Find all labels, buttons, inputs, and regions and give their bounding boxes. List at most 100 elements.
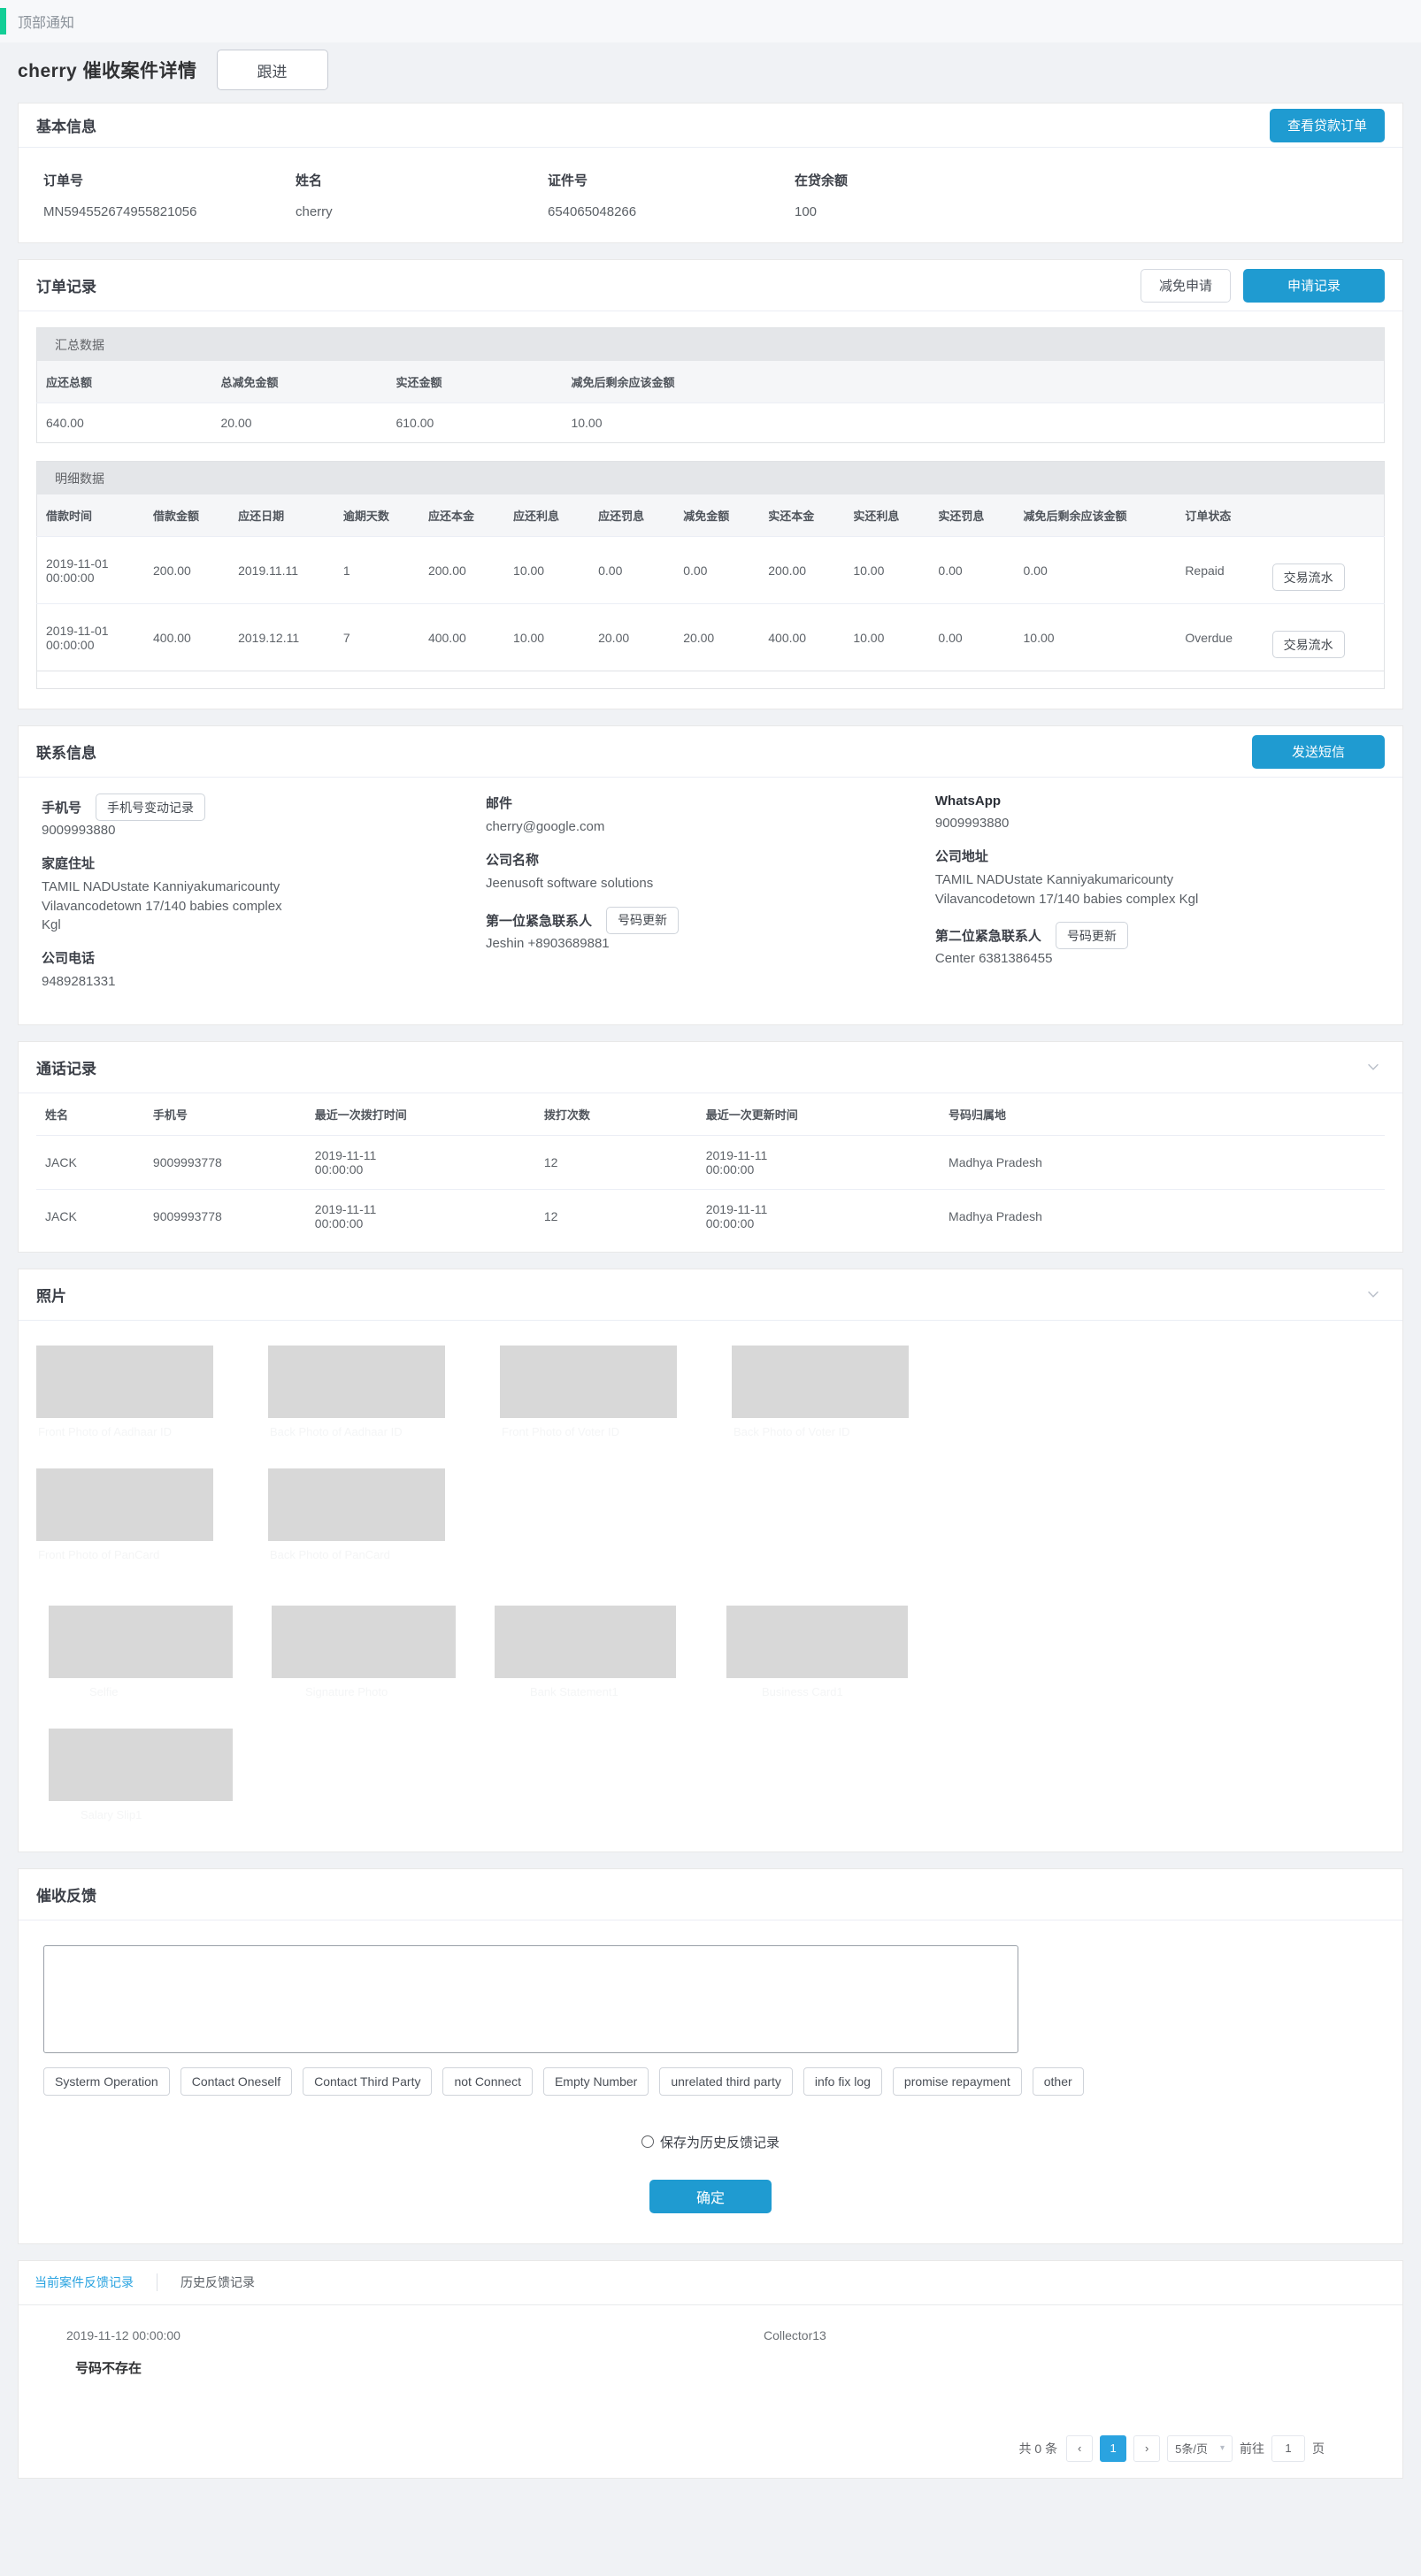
photo-item[interactable]: Signature Photo — [266, 1605, 488, 1698]
field-label: 公司地址 — [934, 848, 988, 864]
pagination-next-button[interactable]: › — [1133, 2434, 1161, 2462]
pagination-page-size-select[interactable]: 5条/页 ▾ — [1167, 2434, 1233, 2462]
photo-item[interactable]: Front Photo of Aadhaar ID — [36, 1345, 257, 1438]
column-header: 实还罚息 — [929, 494, 1015, 537]
photo-thumbnail[interactable] — [726, 1605, 908, 1678]
tag-empty-number[interactable]: Empty Number — [542, 2066, 649, 2096]
tag-other[interactable]: other — [1032, 2066, 1084, 2096]
cell-last-update-time: 2019-11-11 00:00:00 — [705, 1201, 768, 1230]
field-emergency-contact-2: 第二位紧急联系人 号码更新 Center 6381386455 — [935, 922, 1372, 969]
photo-item[interactable]: Front Photo of PanCard — [36, 1468, 257, 1561]
photo-item[interactable]: Back Photo of Aadhaar ID — [268, 1345, 489, 1438]
tag-systerm-operation[interactable]: Systerm Operation — [43, 2066, 170, 2096]
save-as-history-row[interactable]: 保存为历史反馈记录 — [36, 2133, 1385, 2151]
photo-caption: Bank Statement1 — [530, 1684, 618, 1698]
reduction-apply-button[interactable]: 减免申请 — [1140, 268, 1231, 303]
radio-unchecked-icon[interactable] — [641, 2135, 654, 2149]
photo-thumbnail[interactable] — [36, 1468, 213, 1541]
photo-item[interactable]: Selfie — [36, 1605, 266, 1698]
send-sms-button[interactable]: 发送短信 — [1252, 734, 1385, 769]
cell-phone-link[interactable]: 9009993778 — [143, 1135, 306, 1190]
tab-current-case-feedback[interactable]: 当前案件反馈记录 — [35, 2273, 157, 2291]
column-header: 逾期天数 — [334, 494, 419, 537]
field-company-name: 公司名称 Jeenusoft software solutions — [486, 850, 923, 893]
field-home-address: 家庭住址 TAMIL NADUstate Kanniyakumaricounty… — [42, 854, 473, 935]
pagination-page-1[interactable]: 1 — [1100, 2434, 1127, 2462]
photo-item[interactable]: Bank Statement1 — [488, 1605, 709, 1698]
photo-thumbnail[interactable] — [268, 1345, 445, 1418]
column-header: 应还本金 — [419, 494, 505, 537]
tag-not-connect[interactable]: not Connect — [442, 2066, 533, 2096]
field-label: 证件号 — [548, 173, 588, 188]
page-title: cherry 催收案件详情 — [18, 61, 197, 81]
photo-item[interactable]: Back Photo of Voter ID — [732, 1345, 953, 1438]
column-header: 借款时间 — [36, 494, 145, 537]
cell-total-due: 640.00 — [46, 416, 84, 430]
photo-thumbnail[interactable] — [495, 1605, 676, 1678]
field-label: 邮件 — [485, 796, 512, 811]
tag-promise-repayment[interactable]: promise repayment — [892, 2066, 1022, 2096]
photo-item[interactable]: Back Photo of PanCard — [268, 1468, 489, 1561]
photo-caption: Back Photo of Voter ID — [734, 1424, 850, 1438]
photo-item[interactable]: Salary Slip1 — [36, 1728, 266, 1821]
emergency1-number-update-button[interactable]: 号码更新 — [605, 906, 679, 934]
field-company-address: 公司地址 TAMIL NADUstate Kanniyakumaricounty… — [935, 847, 1372, 909]
photo-thumbnail[interactable] — [500, 1345, 677, 1418]
cell-total-reduction: 20.00 — [220, 416, 252, 430]
photo-caption: Signature Photo — [305, 1684, 388, 1698]
phone-change-log-button[interactable]: 手机号变动记录 — [96, 794, 206, 821]
follow-up-button[interactable]: 跟进 — [216, 50, 328, 90]
photo-item[interactable]: Business Card1 — [709, 1605, 930, 1698]
field-label: 家庭住址 — [42, 855, 96, 871]
cell-reduction-amount: 0.00 — [674, 536, 760, 604]
tag-info-fix-log[interactable]: info fix log — [803, 2066, 882, 2096]
feedback-body: Systerm Operation Contact Oneself Contac… — [19, 1920, 1402, 2243]
tab-history-feedback[interactable]: 历史反馈记录 — [157, 2273, 278, 2292]
chevron-down-icon[interactable] — [1365, 1059, 1381, 1075]
confirm-button[interactable]: 确定 — [649, 2179, 772, 2213]
cell-loan-amount: 200.00 — [144, 536, 230, 604]
pagination-total: 共 0 条 — [1018, 2441, 1058, 2456]
column-header: 手机号 — [143, 1092, 306, 1136]
field-id-no: 证件号 654065048266 — [505, 171, 740, 219]
transaction-flow-button[interactable]: 交易流水 — [1271, 631, 1345, 658]
chevron-down-icon[interactable] — [1365, 1286, 1381, 1302]
photo-thumbnail[interactable] — [49, 1605, 233, 1678]
photos-header: 照片 — [19, 1269, 1402, 1321]
call-records-header-row: 姓名 手机号 最近一次拨打时间 拨打次数 最近一次更新时间 号码归属地 — [36, 1092, 1385, 1136]
feedback-textarea[interactable] — [43, 1944, 1018, 2053]
photo-thumbnail[interactable] — [272, 1605, 456, 1678]
call-records-body: 姓名 手机号 最近一次拨打时间 拨打次数 最近一次更新时间 号码归属地 JACK… — [19, 1092, 1402, 1252]
cell-paid-penalty: 0.00 — [938, 630, 963, 645]
photo-caption: Front Photo of PanCard — [38, 1547, 160, 1561]
call-records-header: 通话记录 — [19, 1042, 1402, 1093]
column-header: 订单状态 — [1176, 494, 1264, 537]
column-header: 最近一次拨打时间 — [305, 1092, 535, 1136]
feedback-title: 催收反馈 — [36, 1887, 96, 1905]
tag-contact-oneself[interactable]: Contact Oneself — [180, 2066, 293, 2096]
pagination-jump-input[interactable] — [1271, 2434, 1305, 2462]
page-header: cherry 催收案件详情 跟进 — [0, 42, 1421, 103]
photo-thumbnail[interactable] — [49, 1728, 233, 1801]
contact-column-2: 邮件 cherry@google.com 公司名称 Jeenusoft soft… — [486, 794, 935, 1005]
confirm-row: 确定 — [36, 2179, 1385, 2213]
tag-unrelated-third-party[interactable]: unrelated third party — [659, 2066, 793, 2096]
apply-record-button[interactable]: 申请记录 — [1243, 268, 1385, 303]
photo-thumbnail[interactable] — [732, 1345, 909, 1418]
cell-reduction-amount: 20.00 — [683, 630, 715, 645]
photo-item[interactable]: Front Photo of Voter ID — [500, 1345, 721, 1438]
pagination-prev-button[interactable]: ‹ — [1066, 2434, 1094, 2462]
order-record-card: 订单记录 减免申请 申请记录 汇总数据 应还总额 总减免金额 实还金额 减免后剩… — [18, 259, 1403, 709]
pagination: 共 0 条 ‹ 1 › 5条/页 ▾ 前往 页 — [19, 2386, 1402, 2478]
emergency2-number-update-button[interactable]: 号码更新 — [1055, 922, 1128, 950]
view-loan-order-button[interactable]: 查看贷款订单 — [1269, 108, 1385, 142]
cell-actual-repaid: 610.00 — [396, 416, 434, 430]
photo-thumbnail[interactable] — [36, 1345, 213, 1418]
photo-row-4: Salary Slip1 — [36, 1723, 1385, 1852]
transaction-flow-button[interactable]: 交易流水 — [1271, 564, 1345, 591]
field-value: TAMIL NADUstate Kanniyakumaricounty Vila… — [42, 878, 282, 933]
tag-contact-third-party[interactable]: Contact Third Party — [303, 2066, 433, 2096]
call-records-card: 通话记录 姓名 手机号 最近一次拨打时间 拨打次数 最近一次更新时间 号码归属地… — [18, 1040, 1403, 1253]
photo-thumbnail[interactable] — [268, 1468, 445, 1541]
cell-last-call-time: 2019-11-11 00:00:00 — [305, 1135, 535, 1190]
